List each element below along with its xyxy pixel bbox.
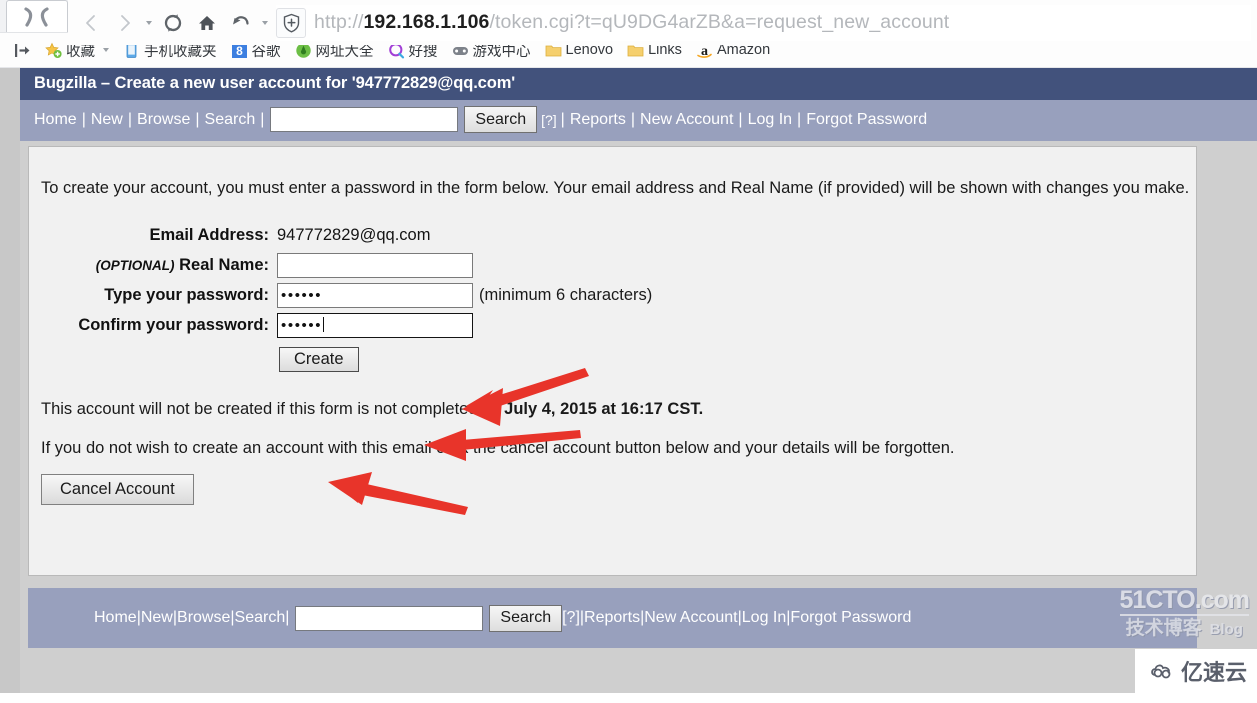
footer-link-home[interactable]: Home: [94, 609, 137, 627]
svg-text:8: 8: [236, 44, 243, 58]
forward-icon[interactable]: [108, 6, 142, 40]
page-viewport: Bugzilla – Create a new user account for…: [0, 68, 1257, 693]
account-form-table: Email Address: 947772829@qq.com (OPTIONA…: [29, 220, 652, 378]
yisu-cloud-icon: [1151, 664, 1171, 679]
back-icon[interactable]: [74, 6, 108, 40]
footer-search-input[interactable]: [295, 605, 484, 631]
import-bookmarks-icon: [15, 43, 30, 57]
realname-optional-marker: (OPTIONAL): [95, 257, 175, 273]
watermark-yisu: 亿速云: [1134, 649, 1257, 693]
home-icon[interactable]: [190, 6, 224, 40]
header-nav: Home | New | Browse | Search | Search [?…: [20, 100, 1257, 141]
footer-link-forgot-password[interactable]: Forgot Password: [790, 609, 911, 627]
cancel-account-button[interactable]: Cancel Account: [41, 474, 194, 505]
realname-label-text: Real Name:: [179, 255, 269, 274]
footer-search-button[interactable]: Search: [489, 604, 563, 632]
create-button[interactable]: Create: [279, 346, 359, 372]
page-title: Bugzilla – Create a new user account for…: [20, 68, 1257, 100]
header-help-link[interactable]: [?]: [537, 112, 561, 128]
nav-separator: |: [285, 609, 290, 626]
form-row-submit: Create: [29, 340, 652, 378]
address-bar[interactable]: http://192.168.1.106/token.cgi?t=qU9DG4a…: [276, 4, 1251, 41]
nav-separator: |: [260, 110, 265, 128]
password-masked-value: ••••••: [281, 286, 323, 304]
browser-chrome: http://192.168.1.106/token.cgi?t=qU9DG4a…: [0, 0, 1257, 68]
footer-help-link[interactable]: [?]: [562, 609, 580, 627]
history-dropdown-caret[interactable]: [258, 6, 272, 40]
text-cursor: [323, 316, 325, 332]
browser-tab-logo: [24, 6, 49, 27]
password-field[interactable]: ••••••: [277, 282, 473, 308]
footer-link-new[interactable]: New: [141, 609, 173, 627]
expiry-datetime: July 4, 2015 at 16:17: [504, 400, 663, 418]
footer-link-search[interactable]: Search: [235, 609, 286, 627]
intro-text: To create your account, you must enter a…: [41, 179, 1190, 197]
account-form-panel: To create your account, you must enter a…: [28, 146, 1197, 576]
email-label: Email Address:: [149, 225, 269, 244]
confirm-password-field[interactable]: ••••••: [277, 312, 473, 338]
favorites-star-icon: [45, 42, 62, 58]
nav-link-browse[interactable]: Browse: [132, 111, 195, 129]
header-search-input[interactable]: [270, 107, 459, 132]
realname-label: (OPTIONAL) Real Name:: [29, 250, 277, 280]
footer-link-reports[interactable]: Reports: [584, 609, 640, 627]
password-hint: (minimum 6 characters): [479, 285, 653, 304]
nav-link-reports[interactable]: Reports: [565, 111, 631, 129]
nav-link-search[interactable]: Search: [200, 111, 261, 129]
password-label: Type your password:: [104, 285, 269, 304]
nav-link-new-account[interactable]: New Account: [635, 111, 738, 129]
confirm-password-label: Confirm your password:: [78, 315, 269, 334]
footer-link-browse[interactable]: Browse: [177, 609, 230, 627]
shield-security-icon[interactable]: [276, 7, 306, 38]
browser-tab[interactable]: [6, 0, 68, 32]
form-row-password: Type your password: •••••• (minimum 6 ch…: [29, 280, 652, 310]
browser-toolbar: http://192.168.1.106/token.cgi?t=qU9DG4a…: [68, 0, 1257, 45]
history-back-icon[interactable]: [224, 6, 258, 40]
realname-input[interactable]: [277, 252, 473, 278]
cancel-note: If you do not wish to create an account …: [41, 439, 955, 457]
footer-nav: Home | New | Browse | Search | Search [?…: [28, 588, 1197, 648]
nav-link-home[interactable]: Home: [34, 111, 82, 129]
expiry-note-suffix: CST.: [662, 400, 704, 418]
footer-link-new-account[interactable]: New Account: [644, 609, 737, 627]
form-row-confirm: Confirm your password: ••••••: [29, 310, 652, 340]
expiry-note-prefix: This account will not be created if this…: [41, 400, 505, 418]
url-text[interactable]: http://192.168.1.106/token.cgi?t=qU9DG4a…: [314, 11, 949, 34]
form-row-realname: (OPTIONAL) Real Name:: [29, 250, 652, 280]
bookmark-dropdown-caret[interactable]: [103, 48, 109, 52]
forward-dropdown-caret[interactable]: [142, 6, 156, 40]
watermark-yisu-text: 亿速云: [1180, 660, 1247, 685]
bookmark-import-icon[interactable]: [8, 40, 37, 61]
email-value: 947772829@qq.com: [277, 225, 431, 244]
footer-link-log-in[interactable]: Log In: [742, 609, 786, 627]
nav-link-new[interactable]: New: [86, 111, 128, 129]
expiry-note: This account will not be created if this…: [29, 378, 1196, 419]
header-search-button[interactable]: Search: [464, 106, 538, 133]
nav-link-log-in[interactable]: Log In: [743, 111, 797, 129]
form-row-email: Email Address: 947772829@qq.com: [29, 220, 652, 250]
confirm-masked-value: ••••••: [281, 316, 323, 334]
tab-strip: http://192.168.1.106/token.cgi?t=qU9DG4a…: [0, 0, 1257, 45]
reload-icon[interactable]: [156, 6, 190, 40]
nav-link-forgot-password[interactable]: Forgot Password: [801, 111, 932, 129]
bugzilla-page: Bugzilla – Create a new user account for…: [20, 68, 1257, 693]
